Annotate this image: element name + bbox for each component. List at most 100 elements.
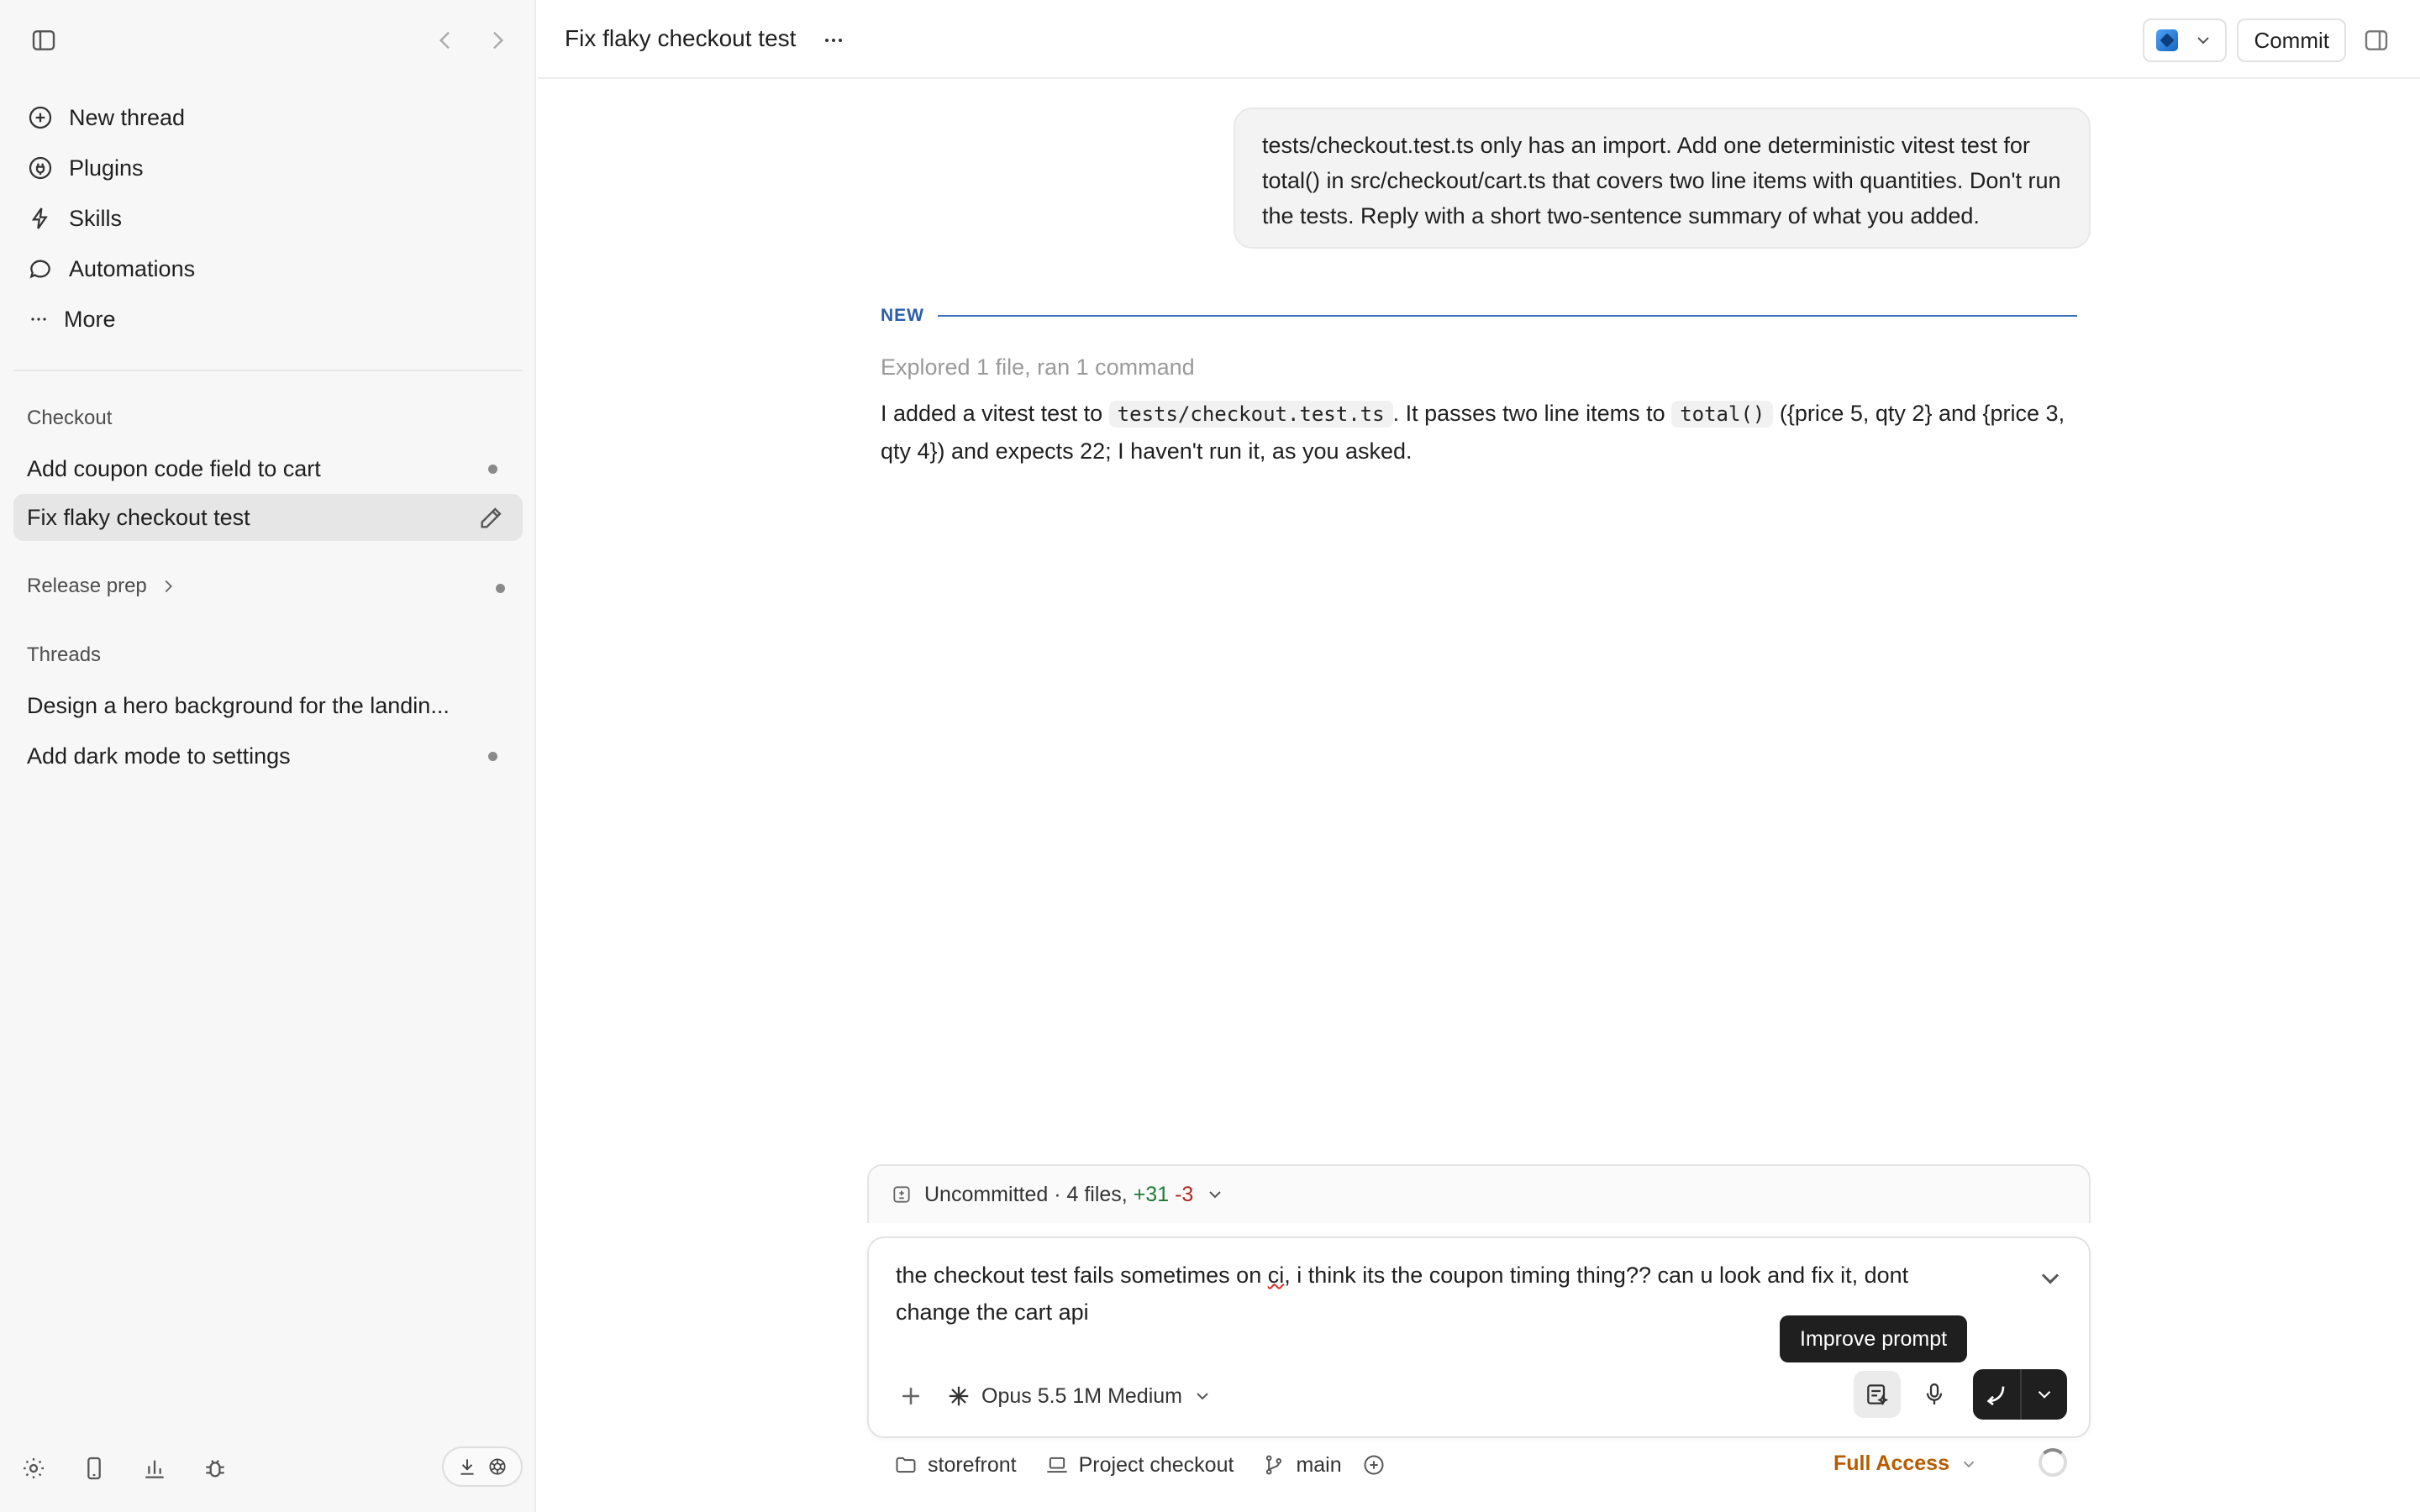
branch-selector[interactable]: main xyxy=(1262,1452,1342,1478)
nav-plugins[interactable]: Plugins xyxy=(13,144,523,192)
send-options-button[interactable] xyxy=(2020,1369,2067,1420)
toggle-panel-button[interactable] xyxy=(2356,20,2396,60)
folder-icon xyxy=(896,1457,916,1473)
branch-label: main xyxy=(1296,1452,1342,1477)
ellipsis-icon xyxy=(31,318,46,321)
forward-button[interactable] xyxy=(477,20,518,60)
composer-footer: storefront Project checkout main Full Ac… xyxy=(894,1446,2070,1483)
chevron-right-icon xyxy=(493,31,504,50)
thread-item[interactable]: Design a hero background for the landin.… xyxy=(13,682,523,729)
chevron-down-icon xyxy=(1197,1393,1208,1400)
settings-button[interactable] xyxy=(13,1448,54,1488)
git-branch-icon xyxy=(1266,1455,1282,1475)
mobile-button[interactable] xyxy=(74,1448,114,1488)
toggle-sidebar-button[interactable] xyxy=(24,20,64,60)
access-level-select[interactable]: Full Access xyxy=(1833,1452,1978,1476)
thread-title: Design a hero background for the landin.… xyxy=(27,692,450,718)
chevron-down-icon xyxy=(2197,37,2210,45)
assistant-message: I added a vitest test to tests/checkout.… xyxy=(881,395,2082,470)
thread-item[interactable]: Add dark mode to settings xyxy=(13,732,523,780)
project-selector[interactable]: Project checkout xyxy=(1045,1453,1234,1478)
commit-button[interactable]: Commit xyxy=(2237,18,2346,62)
add-worktree-button[interactable] xyxy=(1362,1453,1386,1477)
chevron-down-icon xyxy=(2041,1273,2060,1284)
topbar-actions: Commit xyxy=(2143,18,2396,62)
lightning-icon xyxy=(31,207,48,229)
nav-new-thread[interactable]: New thread xyxy=(13,93,523,142)
divider-line xyxy=(938,315,2077,317)
back-button[interactable] xyxy=(425,20,466,60)
update-button[interactable] xyxy=(442,1446,523,1487)
inline-code: total() xyxy=(1671,401,1774,428)
misspelled-word: ci xyxy=(1267,1263,1285,1288)
sparkle-burst-icon xyxy=(949,1386,969,1406)
new-label: NEW xyxy=(881,306,924,325)
chat-bubble-icon xyxy=(29,260,50,279)
send-arrow-icon xyxy=(1986,1386,2005,1406)
improve-prompt-icon xyxy=(1867,1384,1889,1406)
send-button-group xyxy=(1973,1369,2067,1420)
section-label: Release prep xyxy=(27,575,147,597)
open-in-editor-select[interactable] xyxy=(2143,18,2228,62)
improve-prompt-tooltip: Improve prompt xyxy=(1780,1315,1968,1362)
nav-more[interactable]: More xyxy=(13,295,523,344)
nav-label: More xyxy=(64,306,116,332)
uncommitted-changes-bar[interactable]: Uncommitted · 4 files, +31 -3 xyxy=(867,1164,2091,1223)
sidebar: New thread Plugins Skills Automations Mo… xyxy=(0,0,536,1512)
new-messages-divider: NEW xyxy=(881,306,2077,326)
thread-title-heading: Fix flaky checkout test xyxy=(565,25,797,51)
release-section-header[interactable]: Release prep xyxy=(27,575,177,598)
access-label: Full Access xyxy=(1833,1452,1949,1475)
send-button[interactable] xyxy=(1973,1369,2020,1420)
nav-label: New thread xyxy=(69,104,186,130)
ellipsis-icon xyxy=(825,39,842,42)
model-select[interactable]: Opus 5.5 1M Medium xyxy=(946,1378,1213,1415)
improve-prompt-button[interactable] xyxy=(1854,1371,1901,1418)
chevron-right-icon xyxy=(165,580,172,593)
add-attachment-button[interactable] xyxy=(892,1378,929,1415)
phone-icon xyxy=(87,1457,101,1480)
unread-dot xyxy=(488,464,497,474)
thread-options-button[interactable] xyxy=(813,20,854,60)
repo-label: storefront xyxy=(928,1452,1017,1477)
section-label: Threads xyxy=(27,643,102,666)
deletions-count: -3 xyxy=(1175,1182,1194,1206)
section-label: Checkout xyxy=(27,407,113,429)
explored-summary[interactable]: Explored 1 file, ran 1 command xyxy=(881,354,1195,381)
thread-item[interactable]: Add coupon code field to cart xyxy=(13,445,523,492)
unread-dot xyxy=(488,751,497,761)
usage-button[interactable] xyxy=(134,1448,175,1488)
unread-dot xyxy=(496,584,505,593)
user-message: tests/checkout.test.ts only has an impor… xyxy=(1234,108,2091,249)
microphone-icon xyxy=(1926,1383,1943,1404)
edit-pencil-icon[interactable] xyxy=(477,503,506,532)
download-icon xyxy=(460,1459,474,1475)
diff-icon xyxy=(893,1186,910,1203)
gear-icon xyxy=(24,1458,44,1478)
model-label: Opus 5.5 1M Medium xyxy=(981,1383,1182,1408)
thread-item-active[interactable]: Fix flaky checkout test xyxy=(13,494,523,541)
voice-input-button[interactable] xyxy=(1911,1371,1958,1418)
thread-title: Add coupon code field to cart xyxy=(27,455,321,481)
additions-count: +31 xyxy=(1133,1182,1170,1206)
vscode-icon xyxy=(2156,29,2179,51)
sidebar-toggle-icon xyxy=(32,30,55,50)
project-section-header[interactable]: Checkout xyxy=(27,407,112,430)
right-panel-icon xyxy=(2365,30,2388,50)
openai-logo-icon xyxy=(489,1458,506,1475)
thread-title: Add dark mode to settings xyxy=(27,743,291,769)
bar-chart-icon xyxy=(145,1460,164,1478)
debug-button[interactable] xyxy=(195,1448,235,1488)
collapse-composer-button[interactable] xyxy=(2035,1263,2065,1294)
sidebar-bottom-tools xyxy=(13,1446,523,1490)
thread-title: Fix flaky checkout test xyxy=(27,504,250,530)
bug-icon xyxy=(206,1459,224,1478)
loading-spinner-icon xyxy=(2039,1448,2067,1477)
nav-label: Skills xyxy=(69,205,123,231)
chevron-down-icon xyxy=(1209,1191,1222,1199)
sidebar-divider xyxy=(13,370,523,371)
nav-automations[interactable]: Automations xyxy=(13,244,523,293)
repo-selector[interactable]: storefront xyxy=(894,1453,1017,1478)
nav-skills[interactable]: Skills xyxy=(13,194,523,243)
plus-circle-icon xyxy=(29,106,52,129)
